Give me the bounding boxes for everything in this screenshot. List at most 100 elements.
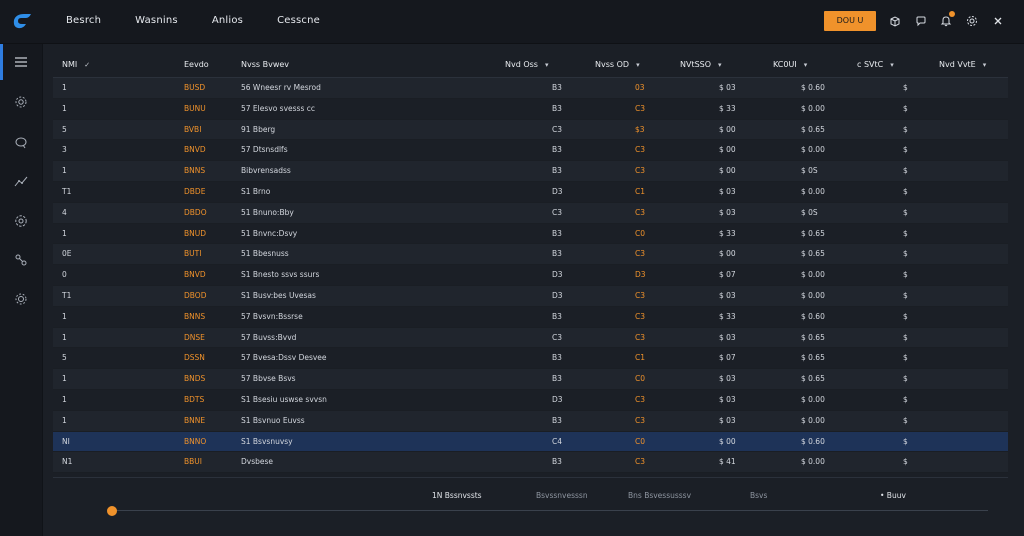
table-row[interactable]: 5 BVBI 91 Bberg C3 $3 $ 00 $ 0.65 $ bbox=[53, 119, 1008, 141]
table-cell: D3 bbox=[552, 186, 563, 196]
footer-item: Bsvssnvesssn bbox=[536, 491, 588, 500]
settings-gear-icon[interactable] bbox=[12, 290, 30, 308]
table-cell: $ bbox=[903, 311, 908, 321]
chat-bubble-icon[interactable] bbox=[12, 134, 30, 152]
table-cell: $ 03 bbox=[719, 415, 736, 425]
table-cell: Dvsbese bbox=[241, 457, 274, 467]
table-cell: $ 0.00 bbox=[801, 186, 825, 196]
table-cell: 91 Bberg bbox=[241, 124, 276, 134]
table-cell: 1 bbox=[62, 332, 67, 342]
chat-icon[interactable] bbox=[914, 14, 928, 28]
footer-item: • Buuv bbox=[880, 491, 906, 500]
logo-icon[interactable] bbox=[12, 12, 32, 30]
scroll-slider-knob[interactable] bbox=[107, 506, 117, 516]
table-cell: $ bbox=[903, 145, 908, 155]
bell-icon[interactable] bbox=[939, 11, 955, 28]
table-cell: $ 41 bbox=[719, 457, 736, 467]
nav-item[interactable]: Anlios bbox=[212, 0, 243, 44]
table-cell: $ 0.65 bbox=[801, 353, 825, 363]
table-cell: $ 00 bbox=[719, 436, 736, 446]
table-cell: $ 03 bbox=[719, 374, 736, 384]
table-row[interactable]: N1 BBUI Dvsbese B3 C3 $ 41 $ 0.00 $ bbox=[53, 452, 1008, 474]
table-cell: C3 bbox=[552, 207, 563, 217]
table-row[interactable]: 1 BUNU 57 Elesvo svesss cc B3 C3 $ 33 $ 0.00 $ bbox=[53, 98, 1008, 120]
table-body: 1 BUSD 56 Wneesr rv Mesrod B3 03 $ 03 $ 0.60 $ 1… bbox=[53, 78, 1008, 474]
table-cell: $ bbox=[903, 207, 908, 217]
column-header[interactable]: Nvd Oss ▾ bbox=[505, 52, 549, 78]
table-cell: $ 0.00 bbox=[801, 290, 825, 300]
table-cell: C1 bbox=[635, 353, 646, 363]
cog-icon[interactable] bbox=[12, 212, 30, 230]
table-cell: BUNU bbox=[184, 103, 206, 113]
table-row[interactable]: 1 BNNS Bibvrensadss B3 C3 $ 00 $ 0S $ bbox=[53, 161, 1008, 182]
column-header[interactable]: Eevdo bbox=[184, 52, 209, 78]
table-cell: $ bbox=[903, 394, 908, 404]
table-row[interactable]: 1 BNUD 51 Bnvnc:Dsvy B3 C0 $ 33 $ 0.65 $ bbox=[53, 223, 1008, 245]
table-cell: C3 bbox=[635, 207, 646, 217]
table-row[interactable]: T1 DBDE S1 Brno D3 C1 $ 03 $ 0.00 $ bbox=[53, 181, 1008, 203]
table-cell: B3 bbox=[552, 374, 562, 384]
column-header[interactable]: KC0UI ▾ bbox=[773, 52, 807, 78]
table-cell: C3 bbox=[635, 166, 646, 176]
close-icon[interactable] bbox=[991, 14, 1005, 28]
table-cell: 1 bbox=[62, 311, 67, 321]
table-row[interactable]: 0 BNVD S1 Bnesto ssvs ssurs D3 D3 $ 07 $ 0.00 $ bbox=[53, 265, 1008, 286]
table-cell: 03 bbox=[635, 83, 645, 92]
table-cell: 1 bbox=[62, 228, 67, 238]
network-icon[interactable] bbox=[12, 251, 30, 269]
table-cell: $ 0.00 bbox=[801, 457, 825, 467]
table-cell: T1 bbox=[62, 290, 72, 300]
column-header[interactable]: NVtSSO ▾ bbox=[680, 52, 722, 78]
table-row[interactable]: 4 DBDO 51 Bnuno:Bby C3 C3 $ 03 $ 0S $ bbox=[53, 202, 1008, 224]
table-row[interactable]: 1 BNNS 57 Bvsvn:Bssrse B3 C3 $ 33 $ 0.60 $ bbox=[53, 306, 1008, 328]
table-row[interactable]: 1 BNDS 57 Bbvse Bsvs B3 C0 $ 03 $ 0.65 $ bbox=[53, 369, 1008, 390]
table-row[interactable]: 1 BDTS S1 Bsesiu uswse svvsn D3 C3 $ 03 $ 0.00… bbox=[53, 389, 1008, 411]
table-cell: $ 00 bbox=[719, 166, 736, 176]
table-row[interactable]: 5 DSSN 57 Bvesa:Dssv Desvee B3 C1 $ 07 $ 0.65 $ bbox=[53, 348, 1008, 370]
column-header[interactable]: c SVtC ▾ bbox=[857, 52, 894, 78]
scroll-slider-track[interactable] bbox=[112, 510, 988, 511]
table-cell: C3 bbox=[635, 332, 646, 342]
table-cell: S1 Busv:bes Uvesas bbox=[241, 290, 316, 300]
nav-item[interactable]: Wasnins bbox=[135, 0, 178, 44]
settings-icon[interactable] bbox=[965, 14, 979, 28]
column-header[interactable]: Nvss Bvwev bbox=[241, 52, 289, 78]
table-row[interactable]: 1 DNSE 57 Buvss:Bvvd C3 C3 $ 03 $ 0.65 $ bbox=[53, 327, 1008, 349]
analytics-icon[interactable] bbox=[12, 172, 30, 190]
table-cell: BDTS bbox=[184, 394, 205, 404]
table-cell: $ 33 bbox=[719, 311, 736, 321]
table-cell: BNUD bbox=[184, 228, 207, 238]
table-cell: $ 0.60 bbox=[801, 311, 825, 321]
table-cell: $ 03 bbox=[719, 186, 736, 196]
table-cell: 1 bbox=[62, 374, 67, 384]
table-cell: 51 Bnuno:Bby bbox=[241, 207, 294, 217]
table-cell: $ 0.65 bbox=[801, 228, 825, 238]
table-cell: C3 bbox=[635, 290, 646, 300]
table-cell: S1 Bsvnuo Euvss bbox=[241, 415, 305, 425]
table-cell: B3 bbox=[552, 103, 562, 113]
box-icon[interactable] bbox=[888, 14, 902, 28]
table-row[interactable]: T1 DBOD S1 Busv:bes Uvesas D3 C3 $ 03 $ 0.00 $ bbox=[53, 285, 1008, 307]
table-cell: $ bbox=[903, 457, 908, 467]
nav-item[interactable]: Besrch bbox=[66, 0, 101, 44]
gear-icon[interactable] bbox=[12, 93, 30, 111]
sidebar bbox=[0, 44, 43, 536]
table-row[interactable]: NI BNNO S1 Bsvsnuvsy C4 C0 $ 00 $ 0.60 $ bbox=[53, 431, 1008, 453]
table-cell: $ 0.65 bbox=[801, 249, 825, 259]
menu-icon[interactable] bbox=[12, 53, 30, 71]
table-cell: 1 bbox=[62, 394, 67, 404]
column-header[interactable]: Nvss OD ▾ bbox=[595, 52, 640, 78]
table-cell: $ 0.65 bbox=[801, 124, 825, 134]
table-row[interactable]: 1 BUSD 56 Wneesr rv Mesrod B3 03 $ 03 $ 0.60 $ bbox=[53, 78, 1008, 99]
table-cell: $ 33 bbox=[719, 103, 736, 113]
table-cell: 57 Elesvo svesss cc bbox=[241, 103, 315, 113]
chevron-down-icon: ▾ bbox=[718, 61, 722, 69]
table-row[interactable]: 3 BNVD 57 Dtsnsdlfs B3 C3 $ 00 $ 0.00 $ bbox=[53, 140, 1008, 162]
column-header[interactable]: NMI ✓ bbox=[62, 52, 90, 78]
primary-button[interactable]: DOU U bbox=[824, 11, 876, 31]
column-header[interactable]: Nvd VvtE ▾ bbox=[939, 52, 986, 78]
table-row[interactable]: 1 BNNE S1 Bsvnuo Euvss B3 C3 $ 03 $ 0.00 $ bbox=[53, 410, 1008, 432]
table-row[interactable]: 0E BUTI 51 Bbesnuss B3 C3 $ 00 $ 0.65 $ bbox=[53, 244, 1008, 266]
nav-item[interactable]: Cesscne bbox=[277, 0, 320, 44]
table-cell: S1 Bsvsnuvsy bbox=[241, 436, 293, 446]
